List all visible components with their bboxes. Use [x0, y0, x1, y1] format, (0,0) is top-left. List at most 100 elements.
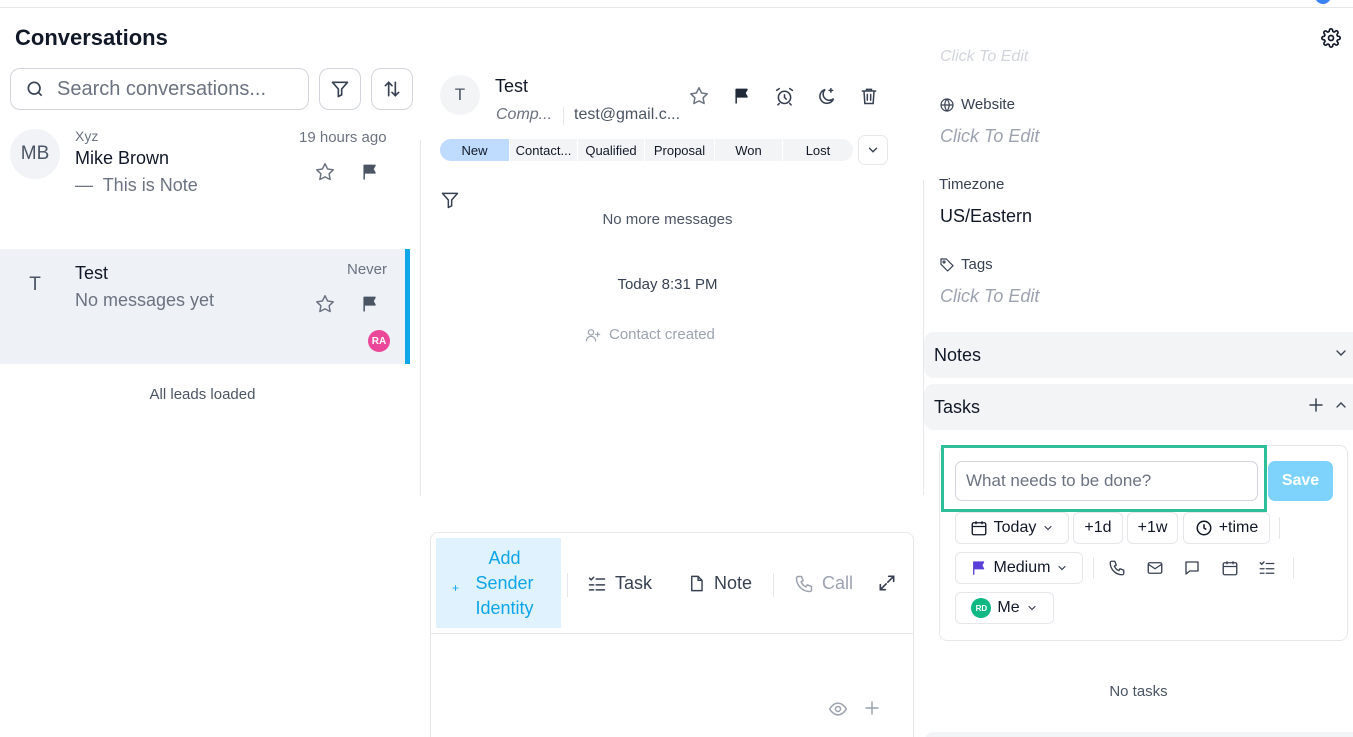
stage-proposal[interactable]: Proposal	[645, 139, 715, 161]
faded-field-value: Click To Edit	[940, 48, 1029, 65]
save-task-button[interactable]: Save	[1268, 461, 1333, 501]
website-label: Website	[939, 96, 1015, 113]
priority-flag-icon	[972, 561, 984, 575]
column-divider	[420, 140, 421, 496]
plus-one-week-button[interactable]: +1w	[1127, 512, 1178, 544]
chat-icon[interactable]	[1183, 559, 1203, 579]
filter-button[interactable]	[319, 68, 361, 110]
conversation-item-active[interactable]: T Test No messages yet Never	[0, 249, 410, 364]
calendar-icon[interactable]	[1221, 559, 1241, 579]
task-list-icon	[588, 576, 606, 591]
notes-section-header[interactable]: Notes	[924, 332, 1353, 378]
mail-icon[interactable]	[1146, 559, 1166, 579]
divider	[773, 573, 774, 597]
chevron-down-icon	[868, 147, 878, 153]
globe-icon	[940, 97, 954, 112]
tags-label-text: Tags	[961, 256, 993, 273]
activity-event-text: Contact created	[609, 326, 715, 343]
plus-icon[interactable]	[863, 699, 883, 719]
conversation-name: Test	[75, 263, 109, 283]
conversation-item[interactable]: MB Xyz Mike Brown — This is Note 19 hour…	[0, 120, 410, 230]
filter-icon[interactable]	[440, 190, 460, 210]
pipeline-stages: New Contact... Qualified Proposal Won Lo…	[440, 139, 853, 161]
user-plus-icon	[585, 328, 601, 342]
add-sender-identity-button[interactable]: + Add Sender Identity	[436, 538, 561, 628]
alarm-clock-icon[interactable]	[772, 84, 796, 108]
add-task-plus-icon[interactable]	[1307, 396, 1327, 416]
stage-qualified[interactable]: Qualified	[578, 139, 645, 161]
sort-button[interactable]	[371, 68, 413, 110]
flag-icon[interactable]	[359, 161, 381, 183]
filter-icon	[331, 81, 349, 98]
call-tab[interactable]: Call	[794, 573, 853, 594]
phone-icon[interactable]	[1108, 559, 1128, 579]
chevron-down-icon	[1028, 605, 1036, 611]
task-tab-label: Task	[615, 573, 653, 593]
divider	[1093, 557, 1094, 579]
stage-won[interactable]: Won	[715, 139, 783, 161]
due-date-dropdown[interactable]: Today	[955, 512, 1069, 544]
trash-icon[interactable]	[857, 84, 881, 108]
avatar: T	[29, 274, 41, 295]
star-icon[interactable]	[314, 161, 336, 183]
composer-tabs: + Add Sender Identity Task Note Call	[431, 533, 913, 634]
note-tab-label: Note	[714, 573, 753, 593]
contact-name: Test	[495, 76, 529, 96]
stage-contacted[interactable]: Contact...	[510, 139, 578, 161]
expand-icon[interactable]	[877, 573, 899, 595]
plus-one-day-button[interactable]: +1d	[1073, 512, 1123, 544]
note-tab[interactable]: Note	[687, 573, 752, 594]
sort-arrows-icon	[384, 81, 400, 97]
star-icon[interactable]	[687, 84, 711, 108]
no-more-messages: No more messages	[602, 211, 733, 228]
eye-icon[interactable]	[828, 699, 848, 719]
chevron-up-icon	[1333, 397, 1351, 415]
stage-new[interactable]: New	[440, 139, 510, 161]
divider	[567, 573, 568, 597]
conversation-preview: No messages yet	[75, 290, 215, 310]
settings-gear-icon[interactable]	[1320, 27, 1342, 49]
tags-value[interactable]: Click To Edit	[940, 286, 1039, 307]
checklist-icon[interactable]	[1258, 559, 1278, 579]
assignee-badge: RA	[368, 330, 390, 352]
priority-label: Medium	[993, 559, 1051, 576]
task-tab[interactable]: Task	[587, 573, 652, 594]
flag-icon[interactable]	[730, 84, 754, 108]
add-sender-identity-label: Add Sender Identity	[475, 547, 534, 618]
website-value[interactable]: Click To Edit	[940, 126, 1039, 147]
no-tasks-message: No tasks	[1109, 683, 1168, 700]
user-indicator[interactable]	[1315, 0, 1331, 4]
stage-lost[interactable]: Lost	[783, 139, 853, 161]
list-footer: All leads loaded	[149, 386, 256, 403]
phone-icon	[795, 575, 813, 592]
stages-dropdown-button[interactable]	[858, 135, 888, 165]
avatar: MB	[10, 129, 60, 179]
contact-email: test@gmail.c...	[574, 106, 681, 123]
assignee-dropdown[interactable]: RD Me	[955, 592, 1054, 624]
search-box[interactable]	[10, 68, 309, 110]
chevron-down-icon	[1058, 565, 1067, 571]
tag-icon	[940, 257, 954, 272]
note-icon	[691, 575, 703, 592]
website-label-text: Website	[961, 96, 1015, 113]
search-icon	[25, 79, 45, 99]
search-input[interactable]	[57, 77, 297, 101]
star-icon[interactable]	[314, 293, 336, 315]
add-time-button[interactable]: +time	[1183, 512, 1270, 544]
message-date: Today 8:31 PM	[617, 276, 718, 293]
flag-icon[interactable]	[359, 293, 381, 315]
tasks-section-header[interactable]: Tasks	[924, 384, 1353, 430]
timezone-label: Timezone	[939, 176, 1005, 193]
priority-dropdown[interactable]: Medium	[955, 552, 1083, 584]
call-tab-label: Call	[822, 573, 854, 593]
plus-icon: +	[452, 581, 460, 595]
next-section-header[interactable]	[924, 732, 1353, 737]
tasks-section-title: Tasks	[934, 396, 981, 417]
note-dash-icon: —	[75, 175, 93, 195]
conversation-time: Never	[347, 261, 388, 278]
task-input[interactable]	[955, 461, 1258, 501]
chevron-down-icon	[1044, 525, 1052, 531]
divider	[563, 107, 564, 125]
timezone-value[interactable]: US/Eastern	[940, 206, 1032, 227]
moon-sparkle-icon[interactable]	[814, 84, 838, 108]
